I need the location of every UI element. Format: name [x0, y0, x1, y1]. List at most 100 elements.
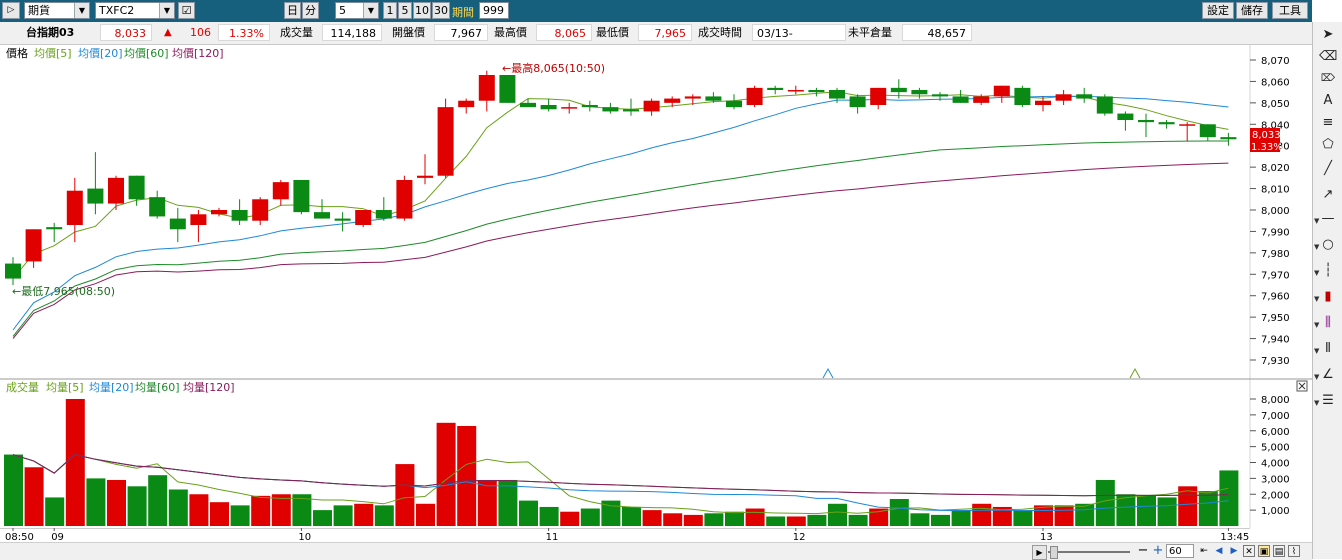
scroll-track[interactable] [1048, 551, 1130, 553]
volume-bar [86, 478, 106, 526]
close-panel-icon[interactable] [1296, 380, 1308, 392]
zoom-out-button[interactable]: − [1136, 544, 1150, 558]
volume-bar [1157, 497, 1177, 526]
time-tick-label: 08:50 [5, 532, 34, 542]
volume-bar [766, 516, 786, 526]
arrow-tool-icon[interactable]: ↗ [1319, 186, 1337, 204]
volume-panel[interactable]: 8,000 7,000 6,000 5,000 4,000 3,000 2,000 1,000… [0, 380, 1312, 528]
quick-5-button[interactable]: 5 [398, 2, 412, 19]
chevron-down-icon[interactable]: ▼ [363, 3, 378, 18]
horizontal-lines-icon[interactable]: ≡ [1319, 114, 1337, 132]
volume-tick-label: 1,000 [1261, 506, 1290, 517]
volume-bar [457, 425, 477, 526]
candle-body [726, 100, 742, 108]
settings-button[interactable]: 設定 [1202, 2, 1234, 19]
candle-body [5, 263, 21, 279]
volume-bar [580, 508, 600, 526]
scroll-thumb[interactable] [1050, 546, 1058, 559]
checkbox-toggle[interactable]: ☑ [178, 2, 195, 19]
candle-body [787, 90, 804, 92]
nav-next-icon[interactable]: ▶ [1228, 545, 1240, 557]
zoom-in-button[interactable]: + [1151, 544, 1165, 558]
volume-bar [539, 506, 559, 526]
high-label: 最高價 [494, 24, 534, 41]
candle-body [499, 75, 516, 103]
volume-tick-label: 8,000 [1261, 395, 1290, 406]
price-tick-label: 7,940 [1261, 335, 1290, 346]
bar-tool-icon[interactable]: ┆ [1319, 262, 1337, 280]
time-label: 成交時間 [698, 24, 750, 41]
scroll-left-button[interactable]: ▶ [1032, 545, 1047, 560]
zoom-input[interactable]: 60 [1166, 544, 1194, 558]
volume-bar [1198, 491, 1218, 526]
vertical-lines-icon[interactable]: ⦀ [1319, 340, 1337, 358]
quote-info-row: 台指期03 8,033 ▲ 106 1.33% 成交量 114,188 開盤價 … [0, 22, 1312, 57]
volume-bar [271, 494, 291, 526]
candle-body [458, 100, 475, 108]
candle-body [128, 175, 145, 200]
print-icon[interactable]: ▤ [1273, 545, 1285, 557]
nav-prev-icon[interactable]: ◀ [1213, 545, 1225, 557]
quick-10-button[interactable]: 10 [413, 2, 431, 19]
volume-bar [416, 503, 435, 526]
legend-ma120: 均價[120] [172, 46, 224, 60]
volume-tick-label: 7,000 [1261, 411, 1290, 422]
chevron-down-icon[interactable]: ▼ [159, 3, 174, 18]
quick-1-button[interactable]: 1 [383, 2, 397, 19]
interval-minute-button[interactable]: 分 [302, 2, 319, 19]
volume-bar [1013, 510, 1033, 526]
save-button[interactable]: 儲存 [1236, 2, 1268, 19]
nav-first-icon[interactable]: ⇤ [1198, 545, 1210, 557]
candle-body [581, 105, 598, 108]
top-toolbar: ▷ 期貨 ▼ TXFC2 ▼ ☑ 日 分 5 ▼ 1 5 10 30 期間 99… [0, 0, 1312, 22]
volume-bar [65, 399, 85, 526]
ruler-icon[interactable]: ☰ [1319, 392, 1337, 410]
volume-label: 成交量 [280, 24, 320, 41]
price-tick-label: 8,060 [1261, 77, 1290, 88]
low-annotation: ←最低7,965(08:50) [12, 285, 115, 298]
candle-body [664, 98, 681, 103]
line-tool-icon[interactable]: ╱ [1319, 160, 1337, 178]
horizontal-line-icon[interactable]: — [1319, 210, 1337, 228]
candle-tool-icon[interactable]: ▮ [1319, 288, 1337, 306]
volume-bar [168, 489, 188, 526]
price-tick-label: 7,970 [1261, 270, 1290, 281]
price-panel[interactable]: 8,0708,0608,0508,0408,0308,0208,0108,000… [0, 45, 1312, 380]
price-tick-label: 8,070 [1261, 56, 1290, 67]
volume-bar [848, 514, 868, 526]
volume-value: 114,188 [322, 24, 382, 41]
minutes-select-value: 5 [339, 4, 346, 17]
fibonacci-icon[interactable]: ⫼ [1319, 314, 1337, 332]
eraser-icon[interactable]: ⌫ [1319, 48, 1337, 66]
candle-body [849, 96, 866, 108]
price-tick-label: 7,990 [1261, 227, 1290, 238]
angle-tool-icon[interactable]: ∠ [1319, 366, 1337, 384]
candle-body [973, 96, 990, 103]
circle-tool-icon[interactable]: ○ [1319, 236, 1337, 254]
candle-body [87, 188, 104, 204]
last-price-tag-value: 8,033 [1252, 130, 1281, 141]
volume-bar [622, 506, 641, 526]
volume-bar [663, 513, 683, 526]
price-tick-label: 8,000 [1261, 206, 1290, 217]
tools-button[interactable]: 工具 [1272, 2, 1308, 19]
interval-day-button[interactable]: 日 [284, 2, 301, 19]
period-label: 期間 [452, 6, 474, 19]
high-value: 8,065 [536, 24, 592, 41]
period-input[interactable]: 999 [479, 2, 509, 19]
play-button[interactable]: ▷ [2, 2, 20, 19]
cancel-icon[interactable]: ✕ [1243, 545, 1255, 557]
symbol-select-value: TXFC2 [99, 4, 135, 17]
chart-icon[interactable]: ⌇ [1288, 545, 1300, 557]
text-tool-icon[interactable]: A [1319, 92, 1337, 110]
pointer-icon[interactable]: ➤ [1319, 26, 1337, 44]
tag-icon[interactable]: ⬠ [1319, 136, 1337, 154]
quick-30-button[interactable]: 30 [432, 2, 450, 19]
eraser-all-icon[interactable]: ⌦ [1319, 70, 1337, 88]
candle-body [293, 180, 310, 213]
minutes-select[interactable]: 5 ▼ [335, 2, 379, 19]
chevron-down-icon[interactable]: ▼ [74, 3, 89, 18]
save-icon[interactable]: ▣ [1258, 545, 1270, 557]
market-select[interactable]: 期貨 ▼ [24, 2, 90, 19]
symbol-select[interactable]: TXFC2 ▼ [95, 2, 175, 19]
